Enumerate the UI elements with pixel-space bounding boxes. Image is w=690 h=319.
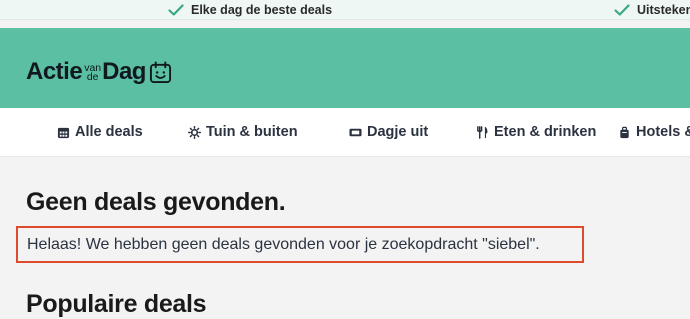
calendar-grid-icon [57,127,70,138]
usp-bar: Elke dag de beste deals Uitsteken [0,0,690,20]
nav-label: Alle deals [75,124,143,140]
nav-label: Tuin & buiten [206,124,298,140]
logo-de: de [86,71,99,83]
main-nav: Alle deals Tuin & buiten Dagje uit Eten … [0,108,690,157]
usp-item: Uitsteken [614,0,690,19]
logo-word-actie: Actie [26,58,83,85]
checkmark-icon [168,3,184,16]
sun-icon [188,125,201,139]
nav-label: Dagje uit [367,124,429,140]
nav-item-alle-deals[interactable]: Alle deals [57,122,143,142]
smiling-calendar-icon [149,61,172,84]
nav-item-hotels[interactable]: Hotels & [618,122,690,142]
no-results-message: Helaas! We hebben geen deals gevonden vo… [16,226,584,263]
site-logo[interactable]: Actie van de Dag [26,50,172,86]
logo-word-dag: Dag [102,58,146,85]
fork-knife-icon [477,125,488,139]
nav-label: Hotels & [636,124,690,140]
nav-item-eten-drinken[interactable]: Eten & drinken [476,122,596,142]
usp-text: Uitsteken [637,2,690,17]
usp-item: Elke dag de beste deals [168,0,332,19]
logo-van-de: van de [84,63,101,83]
nav-label: Eten & drinken [494,124,597,140]
site-header: Actie van de Dag [0,28,690,108]
ticket-icon [349,128,362,136]
suitcase-icon [620,126,629,138]
nav-item-dagje-uit[interactable]: Dagje uit [349,122,428,142]
nav-item-tuin-buiten[interactable]: Tuin & buiten [188,122,298,142]
page-title: Geen deals gevonden. [26,188,286,216]
checkmark-icon [614,3,630,16]
usp-text: Elke dag de beste deals [191,2,333,17]
